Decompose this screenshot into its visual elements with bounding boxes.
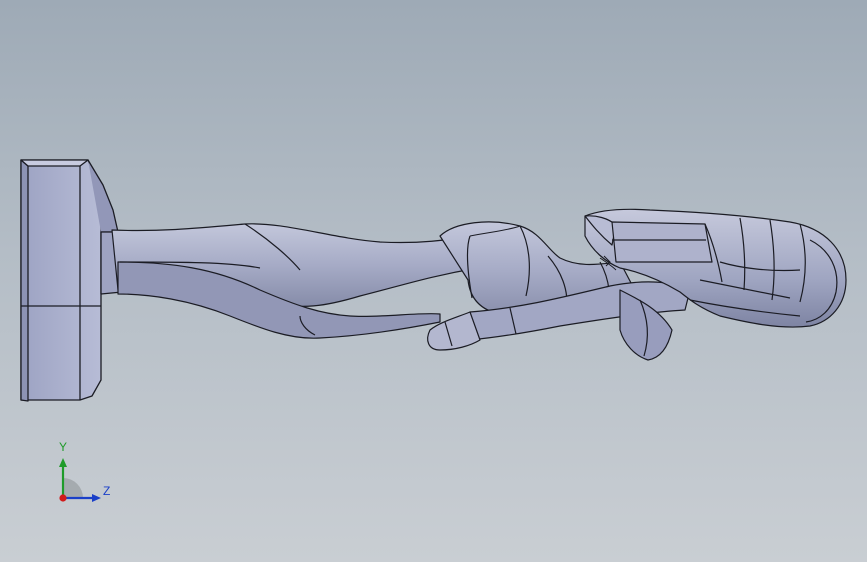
z-axis-label: Z xyxy=(103,484,111,498)
figure-legs xyxy=(111,223,479,339)
y-axis-label: Y xyxy=(59,440,68,454)
triad-axes-icon xyxy=(59,458,101,502)
coordinate-triad: Y Z xyxy=(40,438,130,518)
graphics-viewport[interactable]: Y Z xyxy=(0,0,867,562)
pedestal-base[interactable] xyxy=(20,159,123,402)
3d-model[interactable] xyxy=(0,0,867,562)
